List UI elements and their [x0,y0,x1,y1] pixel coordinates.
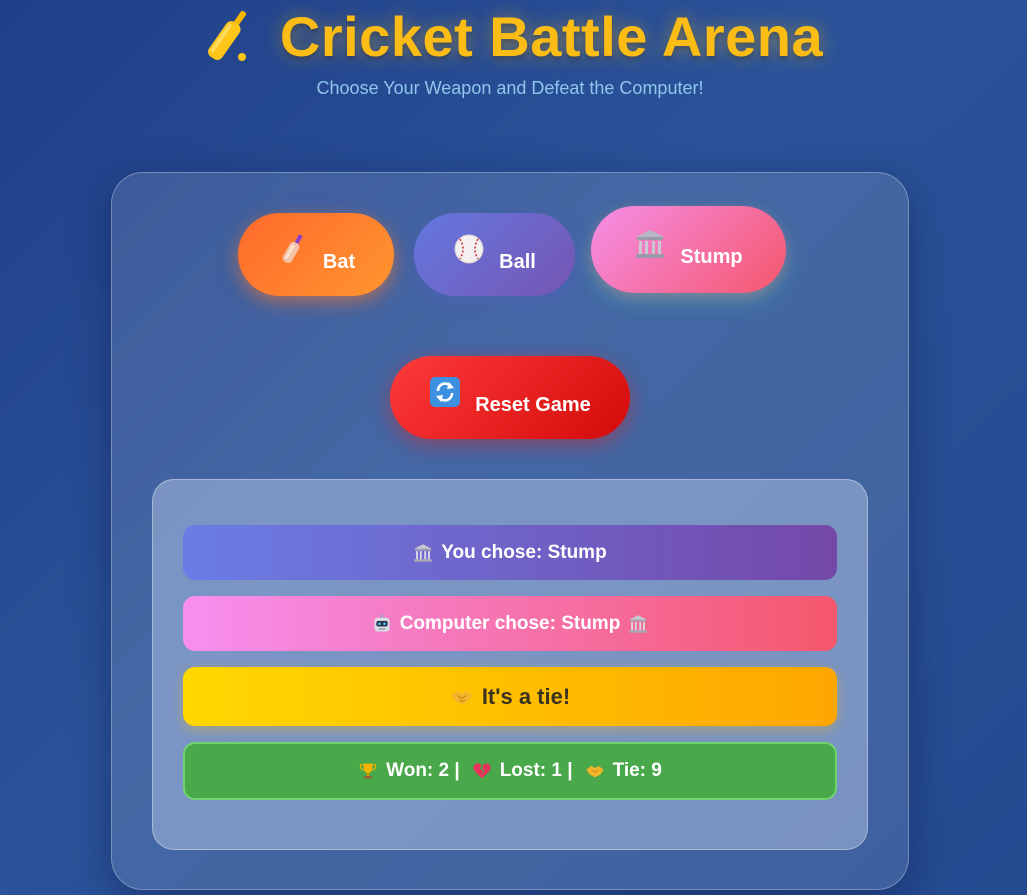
page-subtitle: Choose Your Weapon and Defeat the Comput… [316,78,704,98]
computer-choice-text: Computer chose: Stump [399,612,621,634]
cricket-bat-icon [282,234,303,263]
stump-button-label: Stump [680,246,743,268]
computer-choice-row: Computer chose: Stump [183,596,837,651]
outcome-text: It's a tie! [481,683,571,709]
reset-game-button[interactable]: Reset Game [390,356,630,439]
classical-building-icon [414,543,433,562]
stump-button[interactable]: Stump [591,206,786,293]
ball-button[interactable]: Ball [414,213,575,296]
title-row: Cricket Battle Arena [0,2,1027,72]
scoreboard-row: Won: 2 | Lost: 1 | Tie: 9 [183,742,837,800]
handshake-icon [585,766,604,778]
classical-building-icon [636,229,665,258]
won-count: Won: 2 | [386,760,460,781]
robot-icon [374,614,390,631]
page-title: Cricket Battle Arena [279,5,824,68]
tie-count: Tie: 9 [612,760,662,781]
ball-button-label: Ball [499,251,536,273]
handshake-icon [451,690,473,704]
lost-count: Lost: 1 | [499,760,573,781]
bat-button-label: Bat [322,251,356,273]
trophy-icon [360,763,377,779]
baseball-icon [454,234,484,263]
bat-button[interactable]: Bat [238,213,394,296]
broken-heart-icon [472,763,491,779]
counterclockwise-arrows-icon [430,376,461,407]
cricket-bat-icon [207,10,246,61]
user-choice-row: You chose: Stump [183,525,837,580]
user-choice-text: You chose: Stump [441,541,607,563]
classical-building-icon [629,614,648,633]
outcome-row: It's a tie! [183,667,837,726]
reset-button-label: Reset Game [475,394,591,416]
